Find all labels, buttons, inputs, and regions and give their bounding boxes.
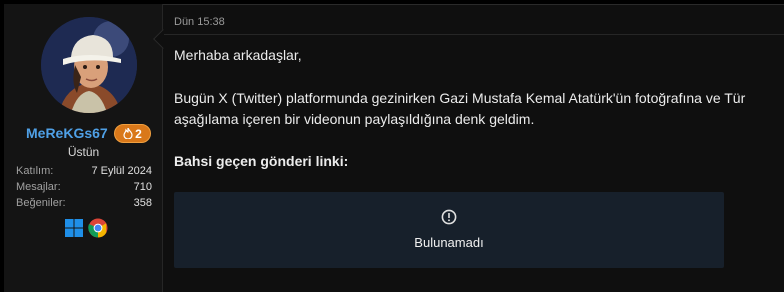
message-line: Bugün X (Twitter) platformunda gezinirke… bbox=[174, 90, 746, 106]
stat-value-joined: 7 Eylül 2024 bbox=[91, 165, 152, 177]
windows-icon bbox=[65, 219, 83, 237]
user-title: Üstün bbox=[67, 145, 100, 159]
message-line: Merhaba arkadaşlar, bbox=[174, 47, 302, 63]
user-info-panel: MeReKGs67 2 Üstün Katılım: 7 Eylül 2024 … bbox=[4, 4, 163, 292]
header-divider bbox=[164, 34, 784, 35]
chrome-icon bbox=[88, 218, 108, 238]
stat-value-messages: 710 bbox=[133, 181, 152, 193]
stat-value-likes: 358 bbox=[133, 197, 152, 209]
flame-icon bbox=[123, 128, 133, 139]
stat-label-likes: Beğeniler: bbox=[16, 197, 66, 209]
stat-label-joined: Katılım: bbox=[16, 165, 54, 177]
stat-label-messages: Mesajlar: bbox=[16, 181, 61, 193]
message-line: aşağılama içeren bir videonun paylaşıldı… bbox=[174, 111, 535, 127]
badge-count: 2 bbox=[135, 126, 142, 141]
avatar[interactable] bbox=[41, 17, 137, 113]
alert-circle-icon bbox=[441, 209, 457, 225]
post-timestamp[interactable]: Dün 15:38 bbox=[174, 16, 225, 28]
link-embed[interactable]: Bulunamadı bbox=[174, 192, 724, 268]
link-heading: Bahsi geçen gönderi linki: bbox=[174, 153, 349, 169]
username-link[interactable]: MeReKGs67 bbox=[26, 125, 108, 141]
embed-status-text: Bulunamadı bbox=[414, 235, 484, 250]
user-badge[interactable]: 2 bbox=[114, 124, 151, 143]
